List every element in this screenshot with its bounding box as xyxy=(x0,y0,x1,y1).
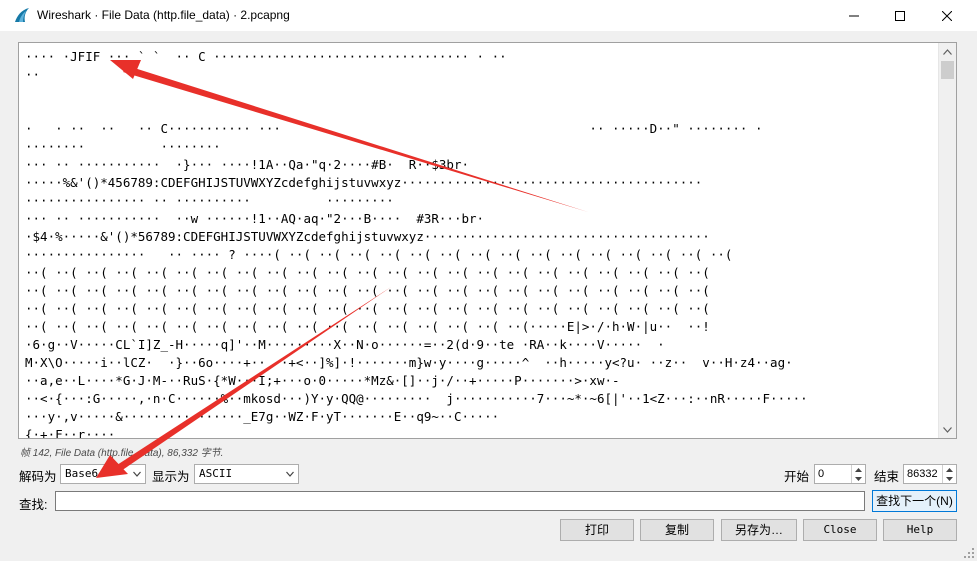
decode-as-value: Base64 xyxy=(65,467,105,480)
file-data-line: M·X\O·····i··lCZ· ·}··6o····+·· ·+<··]%]… xyxy=(25,355,793,370)
vertical-scrollbar[interactable] xyxy=(938,43,956,438)
close-button[interactable]: Close xyxy=(803,519,877,541)
decode-as-label: 解码为 xyxy=(19,470,57,484)
file-data-line: ·$4·%·····&'()*56789:CDEFGHIJSTUVWXYZcde… xyxy=(25,229,710,244)
scroll-up-icon[interactable] xyxy=(939,43,956,60)
file-data-line: ··· ·· ··········· ·}··· ····!1A··Qa·"q·… xyxy=(25,157,470,172)
decode-as-select[interactable]: Base64 xyxy=(60,464,146,484)
minimize-icon xyxy=(849,15,859,16)
start-spinbox[interactable]: 0 xyxy=(814,464,866,484)
file-data-line: ················ ·· ·········· ········· xyxy=(25,193,394,208)
show-as-select[interactable]: ASCII xyxy=(194,464,299,484)
decode-controls-row: 解码为 Base64 显示为 ASCII 开始 0 结束 86332 xyxy=(0,462,977,486)
end-value: 86332 xyxy=(907,468,938,480)
search-input[interactable] xyxy=(55,491,865,511)
action-buttons-row: 打印 复制 另存为… Close Help xyxy=(0,519,977,543)
end-spinbox[interactable]: 86332 xyxy=(903,464,957,484)
minimize-button[interactable] xyxy=(831,0,877,31)
window-title: Wireshark · File Data (http.file_data) ·… xyxy=(37,8,290,22)
file-data-line: ········ ········ xyxy=(25,139,221,154)
maximize-icon xyxy=(895,10,905,21)
help-button[interactable]: Help xyxy=(883,519,957,541)
file-data-line: ·6·g··V·····CL`I]Z_-H·····q]'··M········… xyxy=(25,337,665,352)
file-data-line xyxy=(25,102,937,120)
title-bar[interactable]: Wireshark · File Data (http.file_data) ·… xyxy=(0,0,977,31)
file-data-view[interactable]: ···· ·JFIF ··· ` ` ·· C ················… xyxy=(18,42,957,439)
maximize-button[interactable] xyxy=(877,0,923,31)
search-row: 查找: 查找下一个(N) xyxy=(0,490,977,514)
start-spin-arrows[interactable] xyxy=(851,465,865,483)
spin-down-icon[interactable] xyxy=(943,474,956,483)
file-data-window: Wireshark · File Data (http.file_data) ·… xyxy=(0,0,977,561)
file-data-line: ···· ·JFIF ··· ` ` ·· C ················… xyxy=(25,49,507,64)
wireshark-fin-icon xyxy=(13,7,31,23)
file-data-line: ·· xyxy=(25,67,41,82)
file-data-line: ··( ··( ··( ··( ··( ··( ··( ··( ··( ··( … xyxy=(25,319,710,334)
print-button[interactable]: 打印 xyxy=(560,519,634,541)
close-icon xyxy=(942,10,952,21)
spin-up-icon[interactable] xyxy=(943,465,956,474)
spin-down-icon[interactable] xyxy=(852,474,865,483)
find-next-button[interactable]: 查找下一个(N) xyxy=(872,490,957,512)
file-data-line: ···y·,v·····&················_E7g··WZ·F·… xyxy=(25,409,500,424)
chevron-down-icon xyxy=(286,471,294,477)
save-as-button[interactable]: 另存为… xyxy=(721,519,797,541)
file-data-line: ················ ·· ···· ? ····( ··( ··(… xyxy=(25,247,733,262)
end-label: 结束 xyxy=(874,470,900,484)
file-data-line: ··· ·· ··········· ··w ······!1··AQ·aq·"… xyxy=(25,211,485,226)
scrollbar-thumb[interactable] xyxy=(941,61,954,79)
file-data-line: ··( ··( ··( ··( ··( ··( ··( ··( ··( ··( … xyxy=(25,265,710,280)
start-label: 开始 xyxy=(784,470,810,484)
file-data-line xyxy=(25,84,937,102)
status-text: 帧 142, File Data (http.file_data), 86,33… xyxy=(20,448,224,459)
start-value: 0 xyxy=(818,468,825,480)
show-as-value: ASCII xyxy=(199,467,233,480)
file-data-line: ··( ··( ··( ··( ··( ··( ··( ··( ··( ··( … xyxy=(25,301,710,316)
resize-grip-icon[interactable] xyxy=(963,547,975,559)
chevron-down-icon xyxy=(133,471,141,477)
close-window-button[interactable] xyxy=(924,0,970,31)
show-as-label: 显示为 xyxy=(152,470,190,484)
copy-button[interactable]: 复制 xyxy=(640,519,714,541)
file-data-line: ··<·{···:G·····,·n·C······%··mkosd···)Y·… xyxy=(25,391,808,406)
file-data-line: {·+·F··r···· xyxy=(25,427,116,438)
end-spin-arrows[interactable] xyxy=(942,465,956,483)
file-data-text[interactable]: ···· ·JFIF ··· ` ` ·· C ················… xyxy=(25,48,937,438)
scroll-down-icon[interactable] xyxy=(939,421,956,438)
spin-up-icon[interactable] xyxy=(852,465,865,474)
file-data-line: ·····%&'()*456789:CDEFGHIJSTUVWXYZcdefgh… xyxy=(25,175,703,190)
file-data-line: ··a,e··L····*G·J·M-··RuS·{*W···I;+···o·0… xyxy=(25,373,620,388)
search-label: 查找: xyxy=(19,498,48,512)
file-data-line: · · ·· ·· ·· C··········· ··· ·· ·····D·… xyxy=(25,121,763,136)
file-data-line: ··( ··( ··( ··( ··( ··( ··( ··( ··( ··( … xyxy=(25,283,710,298)
